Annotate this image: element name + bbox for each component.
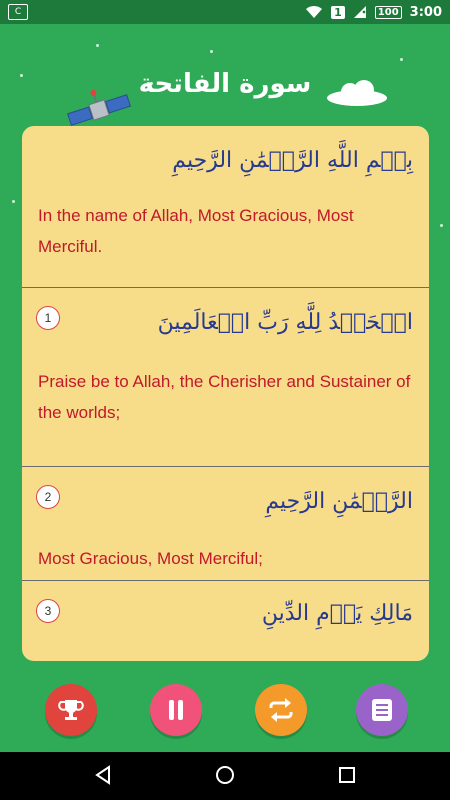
- back-button[interactable]: [92, 765, 114, 789]
- signal-icon: [353, 5, 367, 19]
- verse-bismillah[interactable]: بِسۡمِ اللَّهِ الرَّحۡمَٰنِ الرَّحِيمِ I…: [22, 126, 429, 288]
- verse-arabic-text: الۡحَمۡدُ لِلَّهِ رَبِّ الۡعَالَمِينَ: [157, 310, 413, 335]
- sim-notification-icon: C: [8, 4, 28, 20]
- trophy-button[interactable]: [45, 684, 97, 736]
- verse-number-badge: 2: [36, 485, 60, 509]
- battery-icon: 100: [374, 5, 402, 19]
- verse-2[interactable]: 2 الرَّحۡمَٰنِ الرَّحِيمِ Most Gracious,…: [22, 467, 429, 581]
- pause-icon: [165, 698, 187, 722]
- verse-translation-text: Most Gracious, Most Merciful;: [38, 549, 263, 568]
- pause-button[interactable]: [150, 684, 202, 736]
- star-decoration: [12, 200, 15, 203]
- status-icons: 1 100 3:00: [305, 5, 442, 20]
- navigation-bar: [0, 752, 450, 800]
- cloud-icon: [326, 80, 388, 110]
- verse-arabic-text: بِسۡمِ اللَّهِ الرَّحۡمَٰنِ الرَّحِيمِ: [172, 148, 413, 173]
- verse-arabic-text: الرَّحۡمَٰنِ الرَّحِيمِ: [265, 489, 413, 514]
- verse-1[interactable]: 1 الۡحَمۡدُ لِلَّهِ رَبِّ الۡعَالَمِينَ …: [22, 288, 429, 467]
- verse-3[interactable]: 3 مَالِكِ يَوۡمِ الدِّينِ: [22, 581, 429, 661]
- star-decoration: [96, 44, 99, 47]
- repeat-icon: [267, 697, 295, 723]
- notification-badge: 1: [331, 5, 345, 19]
- back-icon: [94, 765, 112, 789]
- verse-translation-text: Praise be to Allah, the Cherisher and Su…: [38, 372, 411, 422]
- star-decoration: [440, 224, 443, 227]
- app-screen: سورة الفاتحة بِسۡمِ اللَّهِ الرَّحۡمَٰنِ…: [0, 24, 450, 752]
- verses-card[interactable]: بِسۡمِ اللَّهِ الرَّحۡمَٰنِ الرَّحِيمِ I…: [22, 126, 429, 661]
- star-decoration: [400, 58, 403, 61]
- list-icon: [370, 697, 394, 723]
- verse-translation-text: In the name of Allah, Most Gracious, Mos…: [38, 206, 354, 256]
- home-button[interactable]: [214, 766, 236, 788]
- star-decoration: [210, 50, 213, 53]
- playback-controls: [0, 684, 450, 744]
- status-bar: C 1 100 3:00: [0, 0, 450, 24]
- list-button[interactable]: [356, 684, 408, 736]
- trophy-icon: [58, 697, 84, 723]
- clock: 3:00: [409, 4, 442, 20]
- verse-number-badge: 1: [36, 306, 60, 330]
- repeat-button[interactable]: [255, 684, 307, 736]
- home-icon: [215, 765, 235, 789]
- recents-icon: [338, 766, 356, 788]
- verse-number-badge: 3: [36, 599, 60, 623]
- surah-title: سورة الفاتحة: [138, 69, 312, 99]
- wifi-icon: [305, 5, 323, 19]
- recents-button[interactable]: [336, 766, 358, 788]
- verse-arabic-text: مَالِكِ يَوۡمِ الدِّينِ: [261, 601, 413, 626]
